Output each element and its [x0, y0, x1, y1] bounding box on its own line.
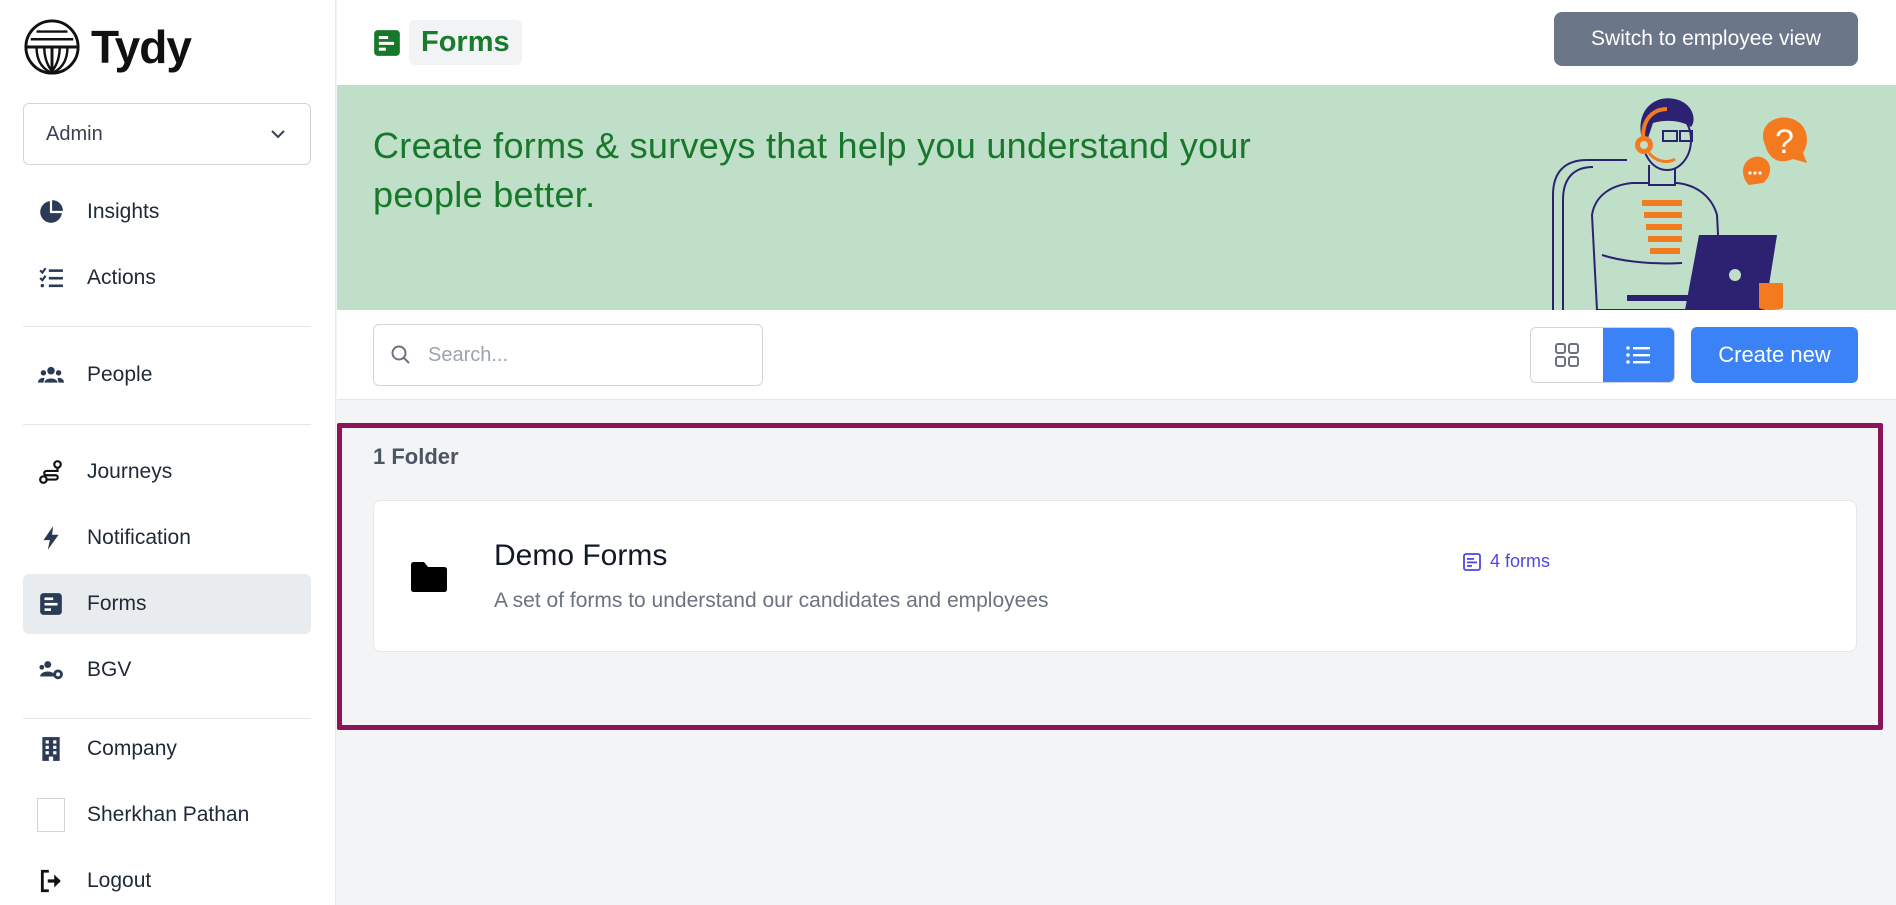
sidebar-item-label: Notification	[87, 526, 191, 549]
folder-card[interactable]: Demo Forms A set of forms to understand …	[373, 500, 1857, 652]
tydy-logo-icon	[24, 19, 80, 75]
sidebar-item-label: Forms	[87, 592, 147, 615]
sidebar-item-actions[interactable]: Actions	[23, 248, 311, 308]
sidebar-item-label: Journeys	[87, 460, 173, 483]
folder-description: A set of forms to understand our candida…	[494, 589, 1049, 612]
form-outline-icon	[1463, 552, 1481, 571]
sidebar-item-label: BGV	[87, 658, 132, 681]
switch-to-employee-view-button[interactable]: Switch to employee view	[1554, 12, 1858, 66]
sidebar: Tydy Admin Insights Actions People Journ…	[0, 0, 336, 905]
logout-icon	[37, 867, 65, 895]
list-icon	[1626, 346, 1651, 364]
form-icon	[374, 29, 400, 56]
folder-forms-count: 4 forms	[1462, 551, 1550, 572]
sidebar-item-label: People	[87, 363, 153, 386]
page-header: Forms Switch to employee view	[337, 0, 1896, 85]
sidebar-item-bgv[interactable]: BGV	[23, 640, 311, 700]
users-gear-icon	[37, 656, 65, 684]
sidebar-item-people[interactable]: People	[23, 345, 311, 405]
app-logo[interactable]: Tydy	[23, 18, 192, 76]
people-icon	[37, 361, 65, 389]
sidebar-item-label: Sherkhan Pathan	[87, 803, 250, 826]
grid-icon	[1554, 343, 1579, 367]
app-name: Tydy	[91, 21, 192, 73]
page-title-text: Forms	[409, 20, 522, 65]
avatar	[37, 798, 65, 832]
sidebar-divider	[23, 326, 311, 327]
search-box[interactable]	[373, 324, 763, 386]
sidebar-item-notification[interactable]: Notification	[23, 508, 311, 568]
sidebar-divider	[23, 424, 311, 425]
create-new-button[interactable]: Create new	[1691, 327, 1858, 383]
sidebar-item-label: Actions	[87, 266, 156, 289]
building-icon	[37, 735, 65, 763]
pie-chart-icon	[37, 198, 65, 226]
page-title: Forms	[373, 20, 522, 65]
search-input[interactable]	[428, 343, 748, 367]
grid-view-button[interactable]	[1531, 328, 1603, 382]
bolt-icon	[37, 524, 65, 552]
sidebar-item-logout[interactable]: Logout	[23, 851, 311, 905]
view-mode-toggle	[1530, 327, 1675, 383]
support-agent-illustration: ?	[1552, 98, 1807, 310]
search-icon	[391, 345, 410, 364]
hero-banner: Create forms & surveys that help you und…	[337, 85, 1896, 310]
folders-section: 1 Folder Demo Forms A set of forms to un…	[337, 423, 1883, 730]
role-select-value: Admin	[46, 122, 103, 145]
sidebar-item-label: Company	[87, 737, 177, 760]
sidebar-item-forms[interactable]: Forms	[23, 574, 311, 634]
sidebar-item-label: Insights	[87, 200, 160, 223]
sidebar-item-insights[interactable]: Insights	[23, 182, 311, 242]
folder-name[interactable]: Demo Forms	[494, 539, 667, 573]
forms-toolbar: Create new	[337, 310, 1896, 400]
svg-text:?: ?	[1775, 123, 1794, 161]
folder-count: 1 Folder	[373, 444, 459, 469]
route-icon	[37, 458, 65, 486]
sidebar-item-profile[interactable]: Sherkhan Pathan	[23, 785, 311, 845]
forms-count-text: 4 forms	[1490, 551, 1551, 571]
role-select[interactable]: Admin	[23, 103, 311, 165]
form-icon	[37, 590, 65, 618]
banner-text: Create forms & surveys that help you und…	[373, 125, 1252, 215]
folder-icon	[411, 562, 447, 592]
chevron-down-icon	[271, 130, 285, 139]
list-view-button[interactable]	[1602, 328, 1674, 382]
sidebar-item-label: Logout	[87, 869, 152, 892]
checklist-icon	[37, 264, 65, 292]
sidebar-item-journeys[interactable]: Journeys	[23, 442, 311, 502]
sidebar-item-company[interactable]: Company	[23, 719, 311, 779]
